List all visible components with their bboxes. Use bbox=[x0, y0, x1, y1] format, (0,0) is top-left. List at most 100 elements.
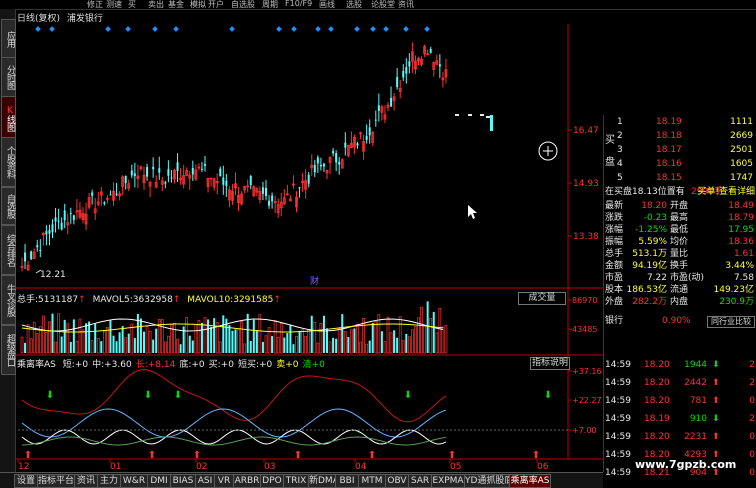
indicator-field-7: 清+0 bbox=[302, 360, 325, 370]
volume-bar bbox=[90, 340, 94, 354]
candle-body bbox=[57, 220, 60, 222]
volume-bar bbox=[20, 336, 24, 354]
volume-bar bbox=[109, 320, 112, 353]
quote-panel: 买盘 1 18.19 1111 2 18.18 2669 3 18.17 2501 4 18.16 16… bbox=[603, 115, 756, 478]
indicator-help-button[interactable]: 指标说明 bbox=[530, 357, 570, 370]
indicator-tab-19[interactable]: 乘离率AS bbox=[509, 474, 551, 488]
volume-bar bbox=[127, 333, 130, 353]
candle-body bbox=[356, 143, 359, 146]
volume-bar bbox=[393, 330, 396, 353]
indicator-tab-12[interactable]: 新DMA bbox=[308, 474, 339, 488]
indicator-tab-5[interactable]: DMI bbox=[147, 474, 171, 488]
period-label[interactable]: 日线(复权) bbox=[17, 14, 60, 24]
volume-bar bbox=[420, 306, 423, 354]
info-marker-icon[interactable] bbox=[105, 26, 111, 32]
info-marker-icon[interactable] bbox=[276, 26, 282, 32]
indicator-tab-2[interactable]: 资讯 bbox=[74, 474, 98, 488]
volume-bar bbox=[85, 323, 88, 353]
info-marker-icon[interactable] bbox=[328, 26, 334, 32]
indicator-tab-4[interactable]: W&R bbox=[120, 474, 148, 488]
volume-bar bbox=[66, 323, 70, 354]
volume-bar bbox=[295, 335, 298, 354]
volume-bar bbox=[276, 336, 280, 354]
volume-indicator-button[interactable]: 成交量 bbox=[518, 292, 566, 305]
volume-bar bbox=[341, 314, 344, 353]
volume-bar bbox=[54, 341, 57, 354]
volume-bar bbox=[24, 342, 27, 353]
buy-signal-arrow-icon: ⬆ bbox=[368, 450, 376, 461]
industry-compare-button[interactable]: 同行业比较 bbox=[707, 316, 755, 328]
candle-body bbox=[39, 249, 42, 251]
buy-order-detail-link[interactable]: 买单!查看详细 bbox=[604, 187, 756, 198]
volume-bar bbox=[136, 313, 139, 353]
indicator-tab-6[interactable]: BIAS bbox=[170, 474, 196, 488]
volume-bar bbox=[292, 344, 295, 353]
candle-body bbox=[438, 64, 441, 67]
info-marker-icon[interactable] bbox=[354, 26, 360, 32]
indicator-tab-7[interactable]: ASI bbox=[195, 474, 215, 488]
order-book-row: 2 18.18 2669 bbox=[617, 131, 753, 141]
volume-bar bbox=[383, 341, 387, 354]
info-marker-icon[interactable] bbox=[383, 26, 389, 32]
volume-bar bbox=[213, 318, 216, 353]
volume-bar bbox=[148, 330, 152, 354]
quote-stat-row: 股本 186.53亿 流通 149.23亿 bbox=[605, 285, 754, 295]
buy-signal-arrow-icon: ⬆ bbox=[532, 450, 540, 461]
candle-body bbox=[152, 166, 155, 170]
volume-bar bbox=[414, 326, 417, 354]
volume-bar bbox=[286, 333, 289, 353]
indicator-tab-0[interactable]: 设置 bbox=[14, 474, 38, 488]
candle-body bbox=[265, 187, 267, 196]
indicator-tab-13[interactable]: BBI bbox=[335, 474, 359, 488]
volume-bar bbox=[371, 322, 374, 353]
trade-tick-row: 14:59 18.20 2231 ⬆ 0 bbox=[605, 432, 755, 442]
candle-body bbox=[322, 163, 325, 167]
indicator-tab-11[interactable]: TRIX bbox=[283, 474, 309, 488]
info-marker-icon[interactable] bbox=[35, 26, 41, 32]
candle-body bbox=[377, 105, 380, 111]
mavol5-value: 3632958 bbox=[132, 295, 173, 305]
indicator-tab-17[interactable]: EXPMA bbox=[431, 474, 465, 488]
volume-bar bbox=[81, 329, 85, 354]
indicator-name[interactable]: 乘离率AS bbox=[17, 360, 56, 370]
indicator-tab-15[interactable]: OBV bbox=[385, 474, 409, 488]
info-marker-icon[interactable] bbox=[370, 26, 376, 32]
x-axis-label: 02 bbox=[196, 462, 207, 472]
info-marker-icon[interactable] bbox=[403, 26, 409, 32]
indicator-field-0: 短:+0 bbox=[62, 360, 89, 370]
indicator-tab-16[interactable]: SAR bbox=[408, 474, 432, 488]
info-marker-icon[interactable] bbox=[291, 26, 297, 32]
volume-bar bbox=[130, 323, 134, 354]
info-marker-icon[interactable] bbox=[49, 26, 55, 32]
quote-stat-row: 涨幅 -1.25% 最低 17.95 bbox=[605, 225, 754, 235]
info-marker-icon[interactable] bbox=[315, 26, 321, 32]
info-marker-icon[interactable] bbox=[125, 26, 131, 32]
volume-bar bbox=[106, 326, 109, 354]
volume-bar bbox=[185, 317, 189, 354]
indicator-tab-8[interactable]: VR bbox=[214, 474, 234, 488]
info-marker-icon[interactable] bbox=[424, 26, 430, 32]
order-book-row: 4 18.16 1605 bbox=[617, 159, 753, 169]
volume-bar bbox=[60, 336, 63, 353]
volume-bar bbox=[401, 340, 405, 354]
buy-signal-arrow-icon: ⬆ bbox=[294, 450, 302, 461]
volume-bar bbox=[252, 319, 255, 353]
volume-total-label: 总手: bbox=[17, 295, 39, 305]
order-book-row: 3 18.17 2501 bbox=[617, 145, 753, 155]
quote-stat-row: 总手 513.1万 量比 1.61 bbox=[605, 249, 754, 259]
candle-body bbox=[124, 175, 127, 184]
indicator-tab-18[interactable]: YD通抓股底 bbox=[464, 474, 513, 488]
indicator-tab-14[interactable]: MTM bbox=[358, 474, 386, 488]
indicator-tab-3[interactable]: 主力 bbox=[97, 474, 121, 488]
volume-bar bbox=[368, 340, 371, 353]
indicator-tab-10[interactable]: DPO bbox=[260, 474, 284, 488]
indicator-tab-1[interactable]: 指标平台 bbox=[37, 474, 75, 488]
info-marker-icon[interactable] bbox=[229, 26, 235, 32]
info-marker-icon[interactable] bbox=[173, 26, 179, 32]
indicator-tab-9[interactable]: ARBR bbox=[233, 474, 261, 488]
candle-body bbox=[170, 177, 173, 179]
info-marker-icon[interactable] bbox=[152, 26, 158, 32]
volume-bar bbox=[273, 320, 277, 354]
volume-bar bbox=[408, 336, 411, 354]
volume-bar bbox=[234, 329, 237, 353]
